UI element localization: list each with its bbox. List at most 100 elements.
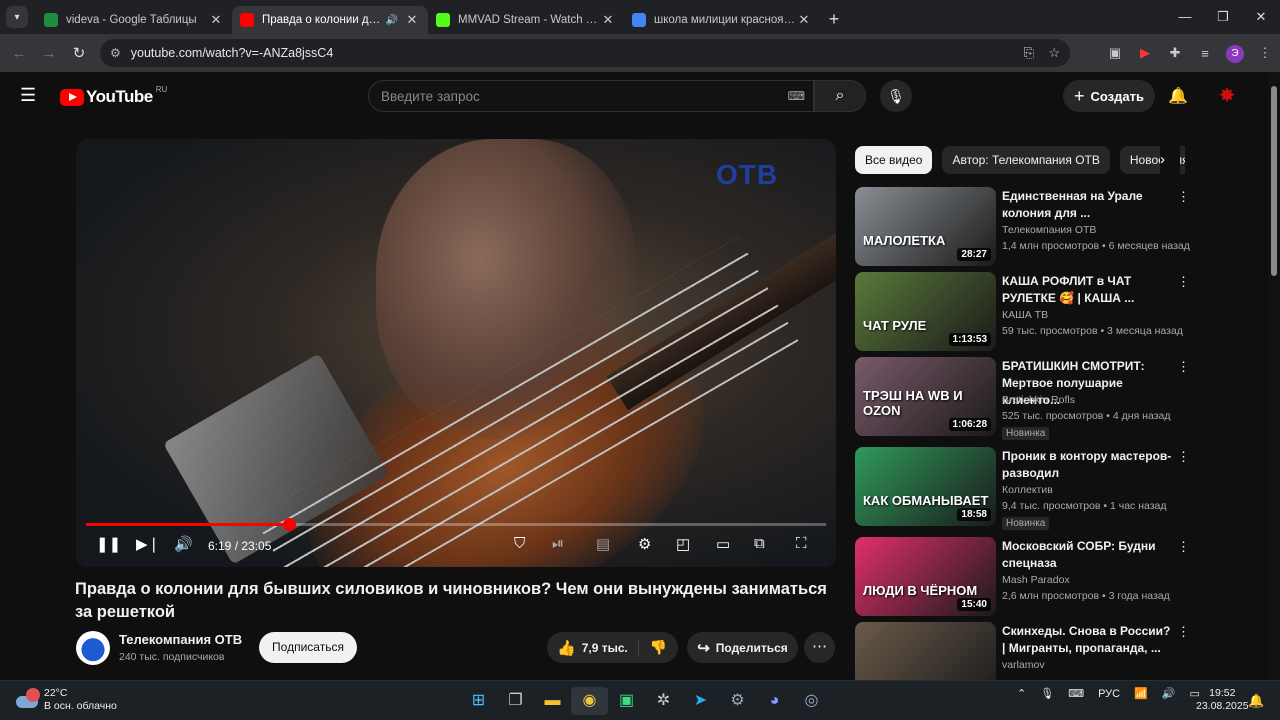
video-title[interactable]: Скинхеды. Снова в России? | Мигранты, пр… bbox=[1002, 623, 1172, 657]
video-channel[interactable]: Коллектив bbox=[1002, 484, 1053, 496]
keyboard-icon[interactable]: ⌨ bbox=[788, 89, 805, 103]
more-options-icon[interactable]: ⋮ bbox=[1177, 539, 1190, 555]
chrome-icon[interactable]: ◉ bbox=[571, 687, 608, 715]
puzzle-icon[interactable]: ✚ bbox=[1160, 45, 1190, 61]
minimize-icon[interactable]: — bbox=[1166, 0, 1204, 34]
task-view-icon[interactable]: ❐ bbox=[497, 687, 534, 715]
dislike-button[interactable]: 👎 bbox=[639, 639, 678, 656]
create-button[interactable]: + Создать bbox=[1063, 80, 1155, 112]
progress-scrubber[interactable] bbox=[282, 518, 296, 531]
back-icon[interactable]: ← bbox=[4, 45, 34, 62]
subtitles-icon[interactable]: ▤ bbox=[596, 535, 610, 553]
close-window-icon[interactable]: ✕ bbox=[1242, 0, 1280, 34]
pause-icon[interactable]: ❚❚ bbox=[96, 535, 121, 553]
video-channel[interactable]: Bratishkin Rofls bbox=[1002, 394, 1075, 406]
new-tab-button[interactable]: + bbox=[820, 9, 848, 30]
video-title[interactable]: Проник в контору мастеров-разводил bbox=[1002, 448, 1172, 482]
reload-icon[interactable]: ↻ bbox=[64, 44, 94, 62]
cast-icon[interactable]: ⎘ bbox=[1024, 45, 1034, 61]
recommended-video[interactable]: КАК ОБМАНЫВАЕТ 18:58 Проник в контору маст… bbox=[855, 447, 1190, 530]
system-settings-icon[interactable]: ⚙ bbox=[719, 687, 756, 715]
more-options-icon[interactable]: ⋮ bbox=[1177, 359, 1190, 375]
media-controls-icon[interactable]: ≡ bbox=[1190, 46, 1220, 61]
voice-search-button[interactable]: 🎙 bbox=[880, 80, 912, 112]
more-options-icon[interactable]: ⋮ bbox=[1177, 624, 1190, 640]
notification-bell-icon[interactable]: 🔔 bbox=[1248, 693, 1264, 709]
more-options-icon[interactable]: ⋮ bbox=[1177, 274, 1190, 290]
video-title[interactable]: Московский СОБР: Будни спецназа bbox=[1002, 538, 1172, 572]
language-indicator[interactable]: РУС bbox=[1098, 688, 1120, 700]
recommended-video[interactable]: ТРЭШ НА WB И OZON 1:06:28 БРАТИШКИН СМОТРИ… bbox=[855, 357, 1190, 440]
browser-tab[interactable]: Правда о колонии для бывших силовиков🔊 ✕ bbox=[232, 6, 428, 34]
more-options-icon[interactable]: ⋮ bbox=[1177, 189, 1190, 205]
restore-icon[interactable]: ❐ bbox=[1204, 0, 1242, 34]
theater-mode-icon[interactable]: ▭ bbox=[716, 535, 730, 553]
steam-icon[interactable]: ◎ bbox=[793, 687, 830, 715]
video-thumbnail[interactable]: МАЛОЛЕТКА 28:27 bbox=[855, 187, 996, 266]
video-channel[interactable]: Mash Paradox bbox=[1002, 574, 1070, 586]
settings-gear-icon[interactable]: ⚙ bbox=[638, 535, 651, 553]
more-options-icon[interactable]: ⋮ bbox=[1177, 449, 1190, 465]
menu-icon[interactable]: ☰ bbox=[20, 86, 40, 104]
progress-bar[interactable] bbox=[86, 518, 826, 531]
address-bar[interactable]: ⚙ youtube.com/watch?v=-ANZa8jssC4 ⎘ ☆ bbox=[100, 39, 1070, 67]
browser-tab[interactable]: videva - Google Таблицы ✕ bbox=[36, 6, 232, 34]
recommended-video[interactable]: ЧАТ РУЛЕ 1:13:53 КАША РОФЛИТ в ЧАТ РУЛЕТКЕ… bbox=[855, 272, 1190, 352]
tab-close-icon[interactable]: ✕ bbox=[600, 12, 616, 28]
video-channel[interactable]: КАША ТВ bbox=[1002, 309, 1048, 321]
browser-tab[interactable]: MMVAD Stream - Watch Live on Kick✕ bbox=[428, 6, 624, 34]
tab-audio-icon[interactable]: 🔊 bbox=[386, 15, 398, 26]
game-app-icon[interactable]: ▣ bbox=[608, 687, 645, 715]
share-button[interactable]: ↪ Поделиться bbox=[687, 632, 798, 663]
forward-icon[interactable]: → bbox=[34, 45, 64, 62]
autoplay-toggle[interactable]: ⏯ bbox=[552, 535, 564, 552]
youtube-extension-icon[interactable]: ▶ bbox=[1130, 45, 1160, 61]
chips-next-arrow-icon[interactable]: › bbox=[1160, 146, 1180, 174]
video-title[interactable]: Единственная на Урале колония для ... bbox=[1002, 188, 1172, 222]
bookmark-star-icon[interactable]: ☆ bbox=[1048, 45, 1060, 61]
video-thumbnail[interactable]: КАК ОБМАНЫВАЕТ 18:58 bbox=[855, 447, 996, 526]
windows-start-icon[interactable]: ⊞ bbox=[460, 687, 497, 715]
sponsor-icon[interactable]: ⛉ bbox=[514, 535, 525, 552]
recommended-video[interactable]: ЛЮДИ В ЧЁРНОМ 15:40 Московский СОБР: Будни… bbox=[855, 537, 1190, 617]
settings-app-icon[interactable]: ✲ bbox=[645, 687, 682, 715]
video-thumbnail[interactable]: ЛЮДИ В ЧЁРНОМ 15:40 bbox=[855, 537, 996, 616]
subscribe-button[interactable]: Подписаться bbox=[259, 632, 357, 663]
tray-volume-icon[interactable]: 🔊 bbox=[1162, 687, 1176, 700]
video-channel[interactable]: varlamov bbox=[1002, 659, 1045, 671]
browser-tab[interactable]: школа милиции красноярск - Поиск в Googl… bbox=[624, 6, 820, 34]
video-thumbnail[interactable]: ТРЭШ НА WB И OZON 1:06:28 bbox=[855, 357, 996, 436]
telegram-icon[interactable]: ➤ bbox=[682, 687, 719, 715]
site-info-icon[interactable]: ⚙ bbox=[110, 46, 121, 60]
extension-icon[interactable]: ▣ bbox=[1100, 45, 1130, 61]
search-button[interactable]: ⌕ bbox=[814, 80, 866, 112]
volume-icon[interactable]: 🔊 bbox=[174, 535, 193, 553]
video-channel[interactable]: Телекомпания ОТВ bbox=[1002, 224, 1096, 236]
miniplayer-icon[interactable]: ◰ bbox=[676, 535, 690, 553]
next-icon[interactable]: ▶❘ bbox=[136, 535, 160, 553]
tab-close-icon[interactable]: ✕ bbox=[796, 12, 812, 28]
tab-close-icon[interactable]: ✕ bbox=[404, 12, 420, 28]
profile-avatar[interactable]: Э bbox=[1220, 44, 1250, 63]
page-scrollbar[interactable] bbox=[1268, 72, 1280, 682]
clock[interactable]: 19:52 23.08.2025 bbox=[1196, 687, 1249, 713]
file-explorer-icon[interactable]: ▬ bbox=[534, 687, 571, 715]
tray-overflow-icon[interactable]: ⌃ bbox=[1017, 687, 1026, 700]
channel-name[interactable]: Телекомпания ОТВ bbox=[119, 632, 242, 647]
like-button[interactable]: 👍 7,9 тыс. bbox=[547, 638, 639, 657]
search-input[interactable]: Введите запрос ⌨ bbox=[368, 80, 814, 112]
tab-search-button[interactable]: ▾ bbox=[6, 6, 28, 28]
tray-mic-icon[interactable]: 🎙 bbox=[1040, 687, 1054, 700]
video-title[interactable]: КАША РОФЛИТ в ЧАТ РУЛЕТКЕ 🥰 | КАША ... bbox=[1002, 273, 1172, 307]
youtube-logo[interactable]: YouTube RU bbox=[60, 85, 167, 107]
notifications-bell-icon[interactable]: 🔔 bbox=[1168, 86, 1188, 106]
wifi-icon[interactable]: 📶 bbox=[1134, 687, 1148, 700]
channel-avatar[interactable] bbox=[76, 631, 110, 665]
weather-widget[interactable]: 22°C В осн. облачно bbox=[14, 687, 117, 713]
cast-to-tv-icon[interactable]: ⧉ bbox=[754, 535, 765, 552]
browser-menu-icon[interactable]: ⋮ bbox=[1250, 45, 1280, 61]
filter-chip[interactable]: Автор: Телекомпания ОТВ bbox=[942, 146, 1110, 174]
fullscreen-icon[interactable]: ⛶ bbox=[796, 535, 807, 552]
video-player[interactable]: ОТВ ❚❚ ▶❘ 🔊 6:19 / 23:05 ⛉ ⏯ ▤ ⚙ ◰ ▭ ⧉ ⛶ bbox=[76, 139, 836, 567]
scrollbar-thumb[interactable] bbox=[1271, 86, 1277, 276]
